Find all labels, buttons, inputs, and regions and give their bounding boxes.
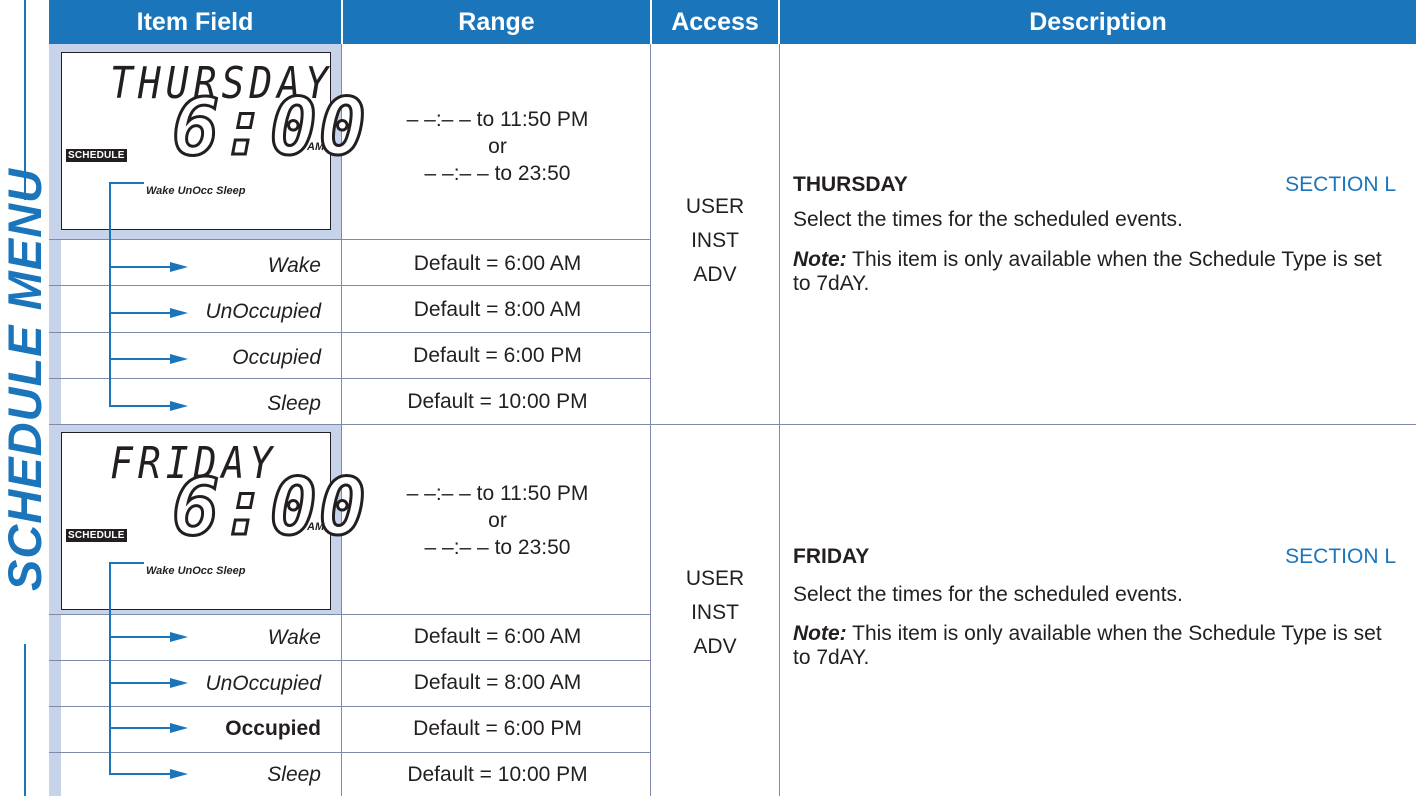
note-label: Note: [793,622,847,645]
sub-item-label: Sleep [267,392,321,415]
desc-body: Select the times for the scheduled event… [793,208,1183,231]
default-value: Default = 6:00 PM [413,717,582,740]
strip-tick [49,378,61,379]
strip-tick [49,332,61,333]
strip-tick [49,752,61,753]
desc-note: Note: This item is only available when t… [793,622,1398,670]
side-rule-bottom [24,644,26,796]
default-value: Default = 10:00 PM [407,390,588,413]
access-inst: INST [691,601,739,624]
range-or: or [488,135,507,158]
grid-line [650,44,651,796]
range-or: or [488,509,507,532]
desc-title: THURSDAY [793,173,908,196]
sub-item-label: UnOccupied [205,300,321,323]
lcd-time: 6:00 [171,462,368,555]
strip-tick [49,285,61,286]
desc-section-ref: SECTION L [1285,545,1396,568]
lcd-time: 6:00 [171,82,368,175]
access-user: USER [685,195,745,218]
range-line: – –:– – to 11:50 PM [406,482,589,505]
default-value: Default = 8:00 AM [413,298,582,321]
grid-line [779,44,780,796]
access-adv: ADV [693,635,737,658]
header-access: Access [652,0,778,44]
sub-item-label: Wake [267,254,321,277]
range-line: – –:– – to 23:50 [424,536,571,559]
default-value: Default = 8:00 AM [413,671,582,694]
desc-title: FRIDAY [793,545,870,568]
lcd-schedule-badge: SCHEDULE [66,149,127,162]
default-value: Default = 6:00 AM [413,625,582,648]
default-value: Default = 6:00 PM [413,344,582,367]
access-inst: INST [691,229,739,252]
strip-tick [49,706,61,707]
access-user: USER [685,567,745,590]
range-line: – –:– – to 11:50 PM [406,108,589,131]
header-item-field: Item Field [49,0,341,44]
sub-item-label: Occupied [232,346,321,369]
lcd-ampm: AM [307,141,325,153]
note-text: This item is only available when the Sch… [793,248,1382,295]
header-range: Range [343,0,650,44]
strip-tick [49,239,61,240]
sub-item-label: UnOccupied [205,672,321,695]
desc-section-ref: SECTION L [1285,173,1396,196]
default-value: Default = 10:00 PM [407,763,588,786]
header-description: Description [780,0,1416,44]
lcd-schedule-badge: SCHEDULE [66,529,127,542]
strip-tick [49,614,61,615]
sub-item-label: Sleep [267,763,321,786]
default-value: Default = 6:00 AM [413,252,582,275]
sub-item-label-active: Occupied [225,717,321,740]
side-title: SCHEDULE MENU [0,168,51,591]
lcd-ampm: AM [307,521,325,533]
range-line: – –:– – to 23:50 [424,162,571,185]
note-text: This item is only available when the Sch… [793,622,1382,669]
note-label: Note: [793,248,847,271]
desc-note: Note: This item is only available when t… [793,248,1398,296]
access-adv: ADV [693,263,737,286]
sub-item-label: Wake [267,626,321,649]
strip-tick [49,660,61,661]
grid-line [61,752,650,753]
grid-line [61,378,650,379]
desc-body: Select the times for the scheduled event… [793,583,1183,606]
